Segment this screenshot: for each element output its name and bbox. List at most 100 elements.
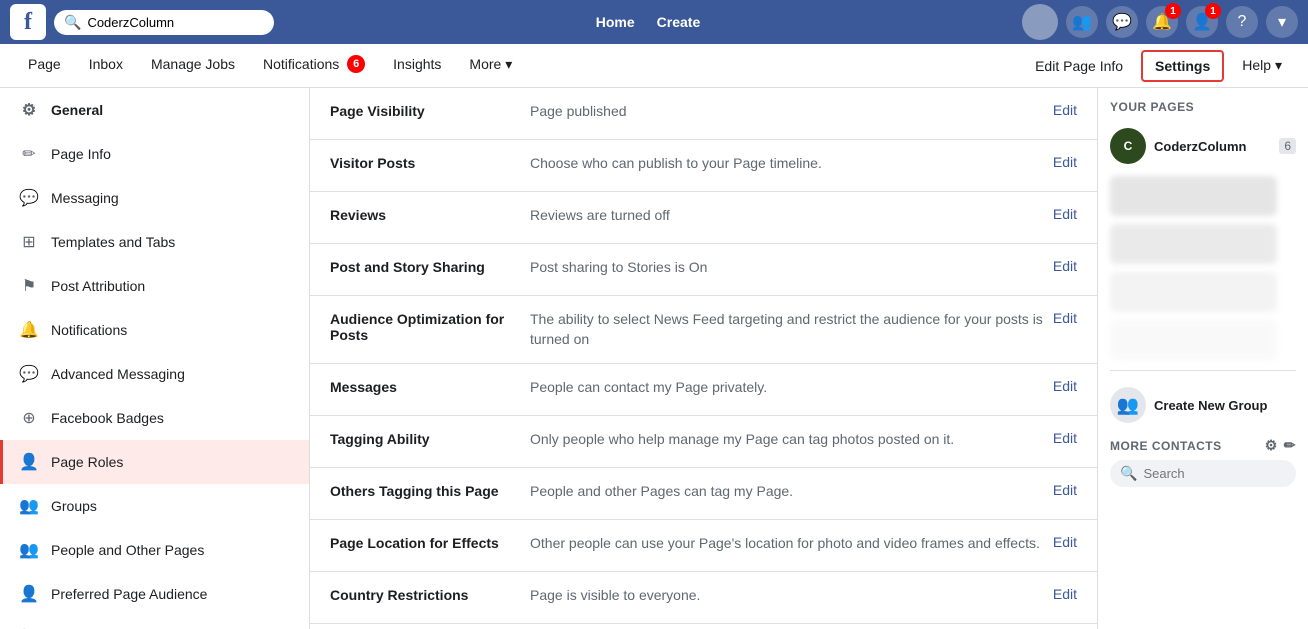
settings-row-label: Visitor Posts xyxy=(330,154,530,171)
search-input[interactable] xyxy=(87,15,264,30)
settings-row-label: Others Tagging this Page xyxy=(330,482,530,499)
sidebar-item-page-info[interactable]: ✏ Page Info xyxy=(0,132,309,176)
settings-row: Others Tagging this PagePeople and other… xyxy=(310,468,1097,520)
grid-icon: ⊞ xyxy=(19,232,39,252)
settings-row-edit[interactable]: Edit xyxy=(1053,310,1077,326)
page-entry-coderzcolumn[interactable]: C CoderzColumn 6 xyxy=(1110,124,1296,168)
settings-row-label: Audience Optimization for Posts xyxy=(330,310,530,343)
settings-row-edit[interactable]: Edit xyxy=(1053,586,1077,602)
settings-row-edit[interactable]: Edit xyxy=(1053,206,1077,222)
settings-row: Country RestrictionsPage is visible to e… xyxy=(310,572,1097,624)
settings-row: Tagging AbilityOnly people who help mana… xyxy=(310,416,1097,468)
page-count: 6 xyxy=(1279,138,1296,154)
sidebar-item-preferred-page-audience[interactable]: 👤 Preferred Page Audience xyxy=(0,572,309,616)
settings-row-edit[interactable]: Edit xyxy=(1053,102,1077,118)
sidebar-label-facebook-badges: Facebook Badges xyxy=(51,410,164,426)
settings-row-label: Messages xyxy=(330,378,530,395)
more-contacts-section: MORE CONTACTS ⚙ ✏ xyxy=(1110,437,1296,454)
notifications-icon-btn[interactable]: 🔔 1 xyxy=(1146,6,1178,38)
messenger-icon-btn[interactable]: 💬 xyxy=(1106,6,1138,38)
page-notif-badge: 6 xyxy=(347,55,365,73)
contacts-settings-icon[interactable]: ⚙ xyxy=(1265,437,1278,454)
sidebar-label-messaging: Messaging xyxy=(51,190,119,206)
your-pages-title: YOUR PAGES xyxy=(1110,100,1296,114)
settings-row-value: Choose who can publish to your Page time… xyxy=(530,154,1053,174)
sidebar-label-general: General xyxy=(51,102,103,118)
people-icon: 👥 xyxy=(19,540,39,560)
settings-row: Post and Story SharingPost sharing to St… xyxy=(310,244,1097,296)
friend-requests-badge: 1 xyxy=(1205,3,1221,19)
settings-row-edit[interactable]: Edit xyxy=(1053,378,1077,394)
help-icon-btn[interactable]: ? xyxy=(1226,6,1258,38)
manage-jobs-tab[interactable]: Manage Jobs xyxy=(139,44,247,88)
gear-icon: ⚙ xyxy=(19,100,39,120)
settings-row-value: Post sharing to Stories is On xyxy=(530,258,1053,278)
sidebar-label-people-other-pages: People and Other Pages xyxy=(51,542,204,558)
sidebar-item-people-other-pages[interactable]: 👥 People and Other Pages xyxy=(0,528,309,572)
create-group-icon: 👥 xyxy=(1110,387,1146,423)
sidebar-item-page-roles[interactable]: 👤 Page Roles xyxy=(0,440,309,484)
sidebar-label-page-info: Page Info xyxy=(51,146,111,162)
flag-icon: ⚑ xyxy=(19,276,39,296)
user-avatar[interactable] xyxy=(1022,4,1058,40)
settings-row-edit[interactable]: Edit xyxy=(1053,482,1077,498)
advanced-chat-icon: 💬 xyxy=(19,364,39,384)
blurred-page-2 xyxy=(1110,224,1277,264)
settings-row: Page VisibilityPage publishedEdit xyxy=(310,88,1097,140)
sidebar-item-post-attribution[interactable]: ⚑ Post Attribution xyxy=(0,264,309,308)
settings-row-edit[interactable]: Edit xyxy=(1053,258,1077,274)
search-contacts-input[interactable] xyxy=(1143,466,1286,481)
settings-row-value: Only people who help manage my Page can … xyxy=(530,430,1053,450)
person-icon: 👤 xyxy=(19,452,39,472)
sidebar-item-messaging[interactable]: 💬 Messaging xyxy=(0,176,309,220)
blurred-page-3 xyxy=(1110,272,1277,312)
settings-row-edit[interactable]: Edit xyxy=(1053,534,1077,550)
groups-icon: 👥 xyxy=(19,496,39,516)
sidebar-label-templates-tabs: Templates and Tabs xyxy=(51,234,175,250)
blurred-page-4 xyxy=(1110,320,1277,360)
sidebar-label-page-roles: Page Roles xyxy=(51,454,123,470)
settings-row-edit[interactable]: Edit xyxy=(1053,154,1077,170)
chat-icon: 💬 xyxy=(19,188,39,208)
home-link[interactable]: Home xyxy=(588,10,643,34)
more-tab[interactable]: More ▾ xyxy=(457,44,524,88)
notifications-tab[interactable]: Notifications 6 xyxy=(251,44,377,88)
page-tab[interactable]: Page xyxy=(16,44,73,88)
more-icon-btn[interactable]: ▾ xyxy=(1266,6,1298,38)
settings-row-value: Reviews are turned off xyxy=(530,206,1053,226)
sidebar-item-advanced-messaging[interactable]: 💬 Advanced Messaging xyxy=(0,352,309,396)
settings-row-label: Post and Story Sharing xyxy=(330,258,530,275)
settings-row-label: Page Location for Effects xyxy=(330,534,530,551)
page-navbar: Page Inbox Manage Jobs Notifications 6 I… xyxy=(0,44,1308,88)
sidebar-item-general[interactable]: ⚙ General xyxy=(0,88,309,132)
sidebar-item-groups[interactable]: 👥 Groups xyxy=(0,484,309,528)
edit-page-info-button[interactable]: Edit Page Info xyxy=(1025,52,1133,80)
page-name: CoderzColumn xyxy=(1154,139,1271,154)
sidebar-item-notifications[interactable]: 🔔 Notifications xyxy=(0,308,309,352)
sidebar-label-advanced-messaging: Advanced Messaging xyxy=(51,366,185,382)
sidebar-item-facebook-badges[interactable]: ⊕ Facebook Badges xyxy=(0,396,309,440)
settings-row-value: Other people can use your Page's locatio… xyxy=(530,534,1053,554)
friend-requests-icon-btn[interactable]: 👤1 xyxy=(1186,6,1218,38)
create-new-group-row[interactable]: 👥 Create New Group xyxy=(1110,381,1296,429)
contacts-edit-icon[interactable]: ✏ xyxy=(1284,437,1296,454)
friends-icon-btn[interactable]: 👥 xyxy=(1066,6,1098,38)
search-bar[interactable]: 🔍 xyxy=(54,10,274,35)
sidebar-item-templates-tabs[interactable]: ⊞ Templates and Tabs xyxy=(0,220,309,264)
settings-button[interactable]: Settings xyxy=(1141,50,1224,82)
settings-content: Page VisibilityPage publishedEdit Visitor… xyxy=(310,88,1098,629)
search-contacts-bar[interactable]: 🔍 xyxy=(1110,460,1296,487)
create-link[interactable]: Create xyxy=(649,10,709,34)
settings-row: Audience Optimization for PostsThe abili… xyxy=(310,296,1097,364)
settings-rows: Page VisibilityPage publishedEdit Visitor… xyxy=(310,88,1097,629)
insights-tab[interactable]: Insights xyxy=(381,44,453,88)
sidebar-item-authorizations[interactable]: 🔧 Authorizations xyxy=(0,616,309,629)
help-button[interactable]: Help ▾ xyxy=(1232,51,1292,80)
page-nav-right: Edit Page Info Settings Help ▾ xyxy=(1025,50,1292,82)
settings-row-edit[interactable]: Edit xyxy=(1053,430,1077,446)
more-contacts-title: MORE CONTACTS xyxy=(1110,439,1222,453)
top-nav-right: 👥 💬 🔔 1 👤1 ? ▾ xyxy=(1022,4,1298,40)
settings-row-value: People and other Pages can tag my Page. xyxy=(530,482,1053,502)
inbox-tab[interactable]: Inbox xyxy=(77,44,135,88)
sidebar-label-post-attribution: Post Attribution xyxy=(51,278,145,294)
